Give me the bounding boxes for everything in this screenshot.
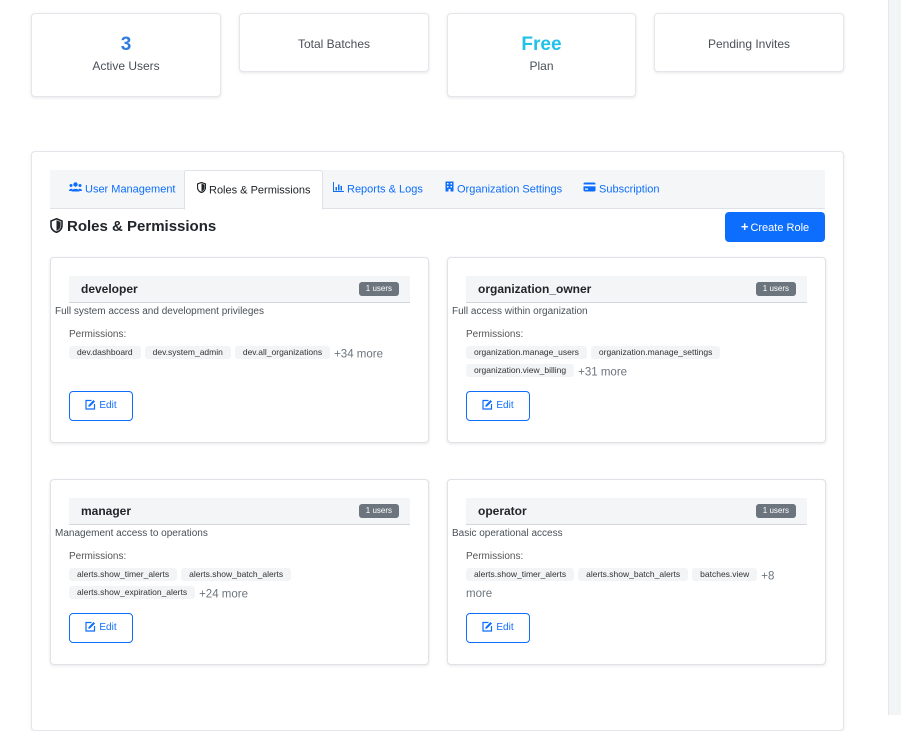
stat-card-plan: Free Plan <box>447 13 636 97</box>
stat-label: Total Batches <box>297 37 371 51</box>
role-card-organization-owner: organization_owner 1 users Full access w… <box>447 257 826 443</box>
role-name: developer <box>81 282 138 296</box>
tab-label: Subscription <box>599 183 660 196</box>
permissions-list: alerts.show_timer_alerts alerts.show_batc… <box>69 568 387 603</box>
shield-icon <box>50 217 63 234</box>
role-card-developer: developer 1 users Full system access and… <box>50 257 429 443</box>
permissions-label: Permissions: <box>466 329 524 340</box>
edit-icon <box>85 621 96 632</box>
permission-tag: batches.view <box>692 568 758 581</box>
edit-icon <box>482 399 493 410</box>
tab-label: Reports & Logs <box>347 183 423 196</box>
permissions-list: dev.dashboard dev.system_admin dev.all_org… <box>69 346 387 364</box>
stat-label: Active Users <box>92 59 160 73</box>
tab-subscription[interactable]: Subscription <box>583 170 660 209</box>
permission-tag: organization.manage_settings <box>590 346 721 359</box>
credit-card-icon <box>583 170 596 209</box>
permission-tag: dev.all_organizations <box>234 346 331 359</box>
role-description: Basic operational access <box>452 528 563 539</box>
permissions-list: organization.manage_users organization.ma… <box>466 346 784 381</box>
permissions-list: alerts.show_timer_alerts alerts.show_batc… <box>466 568 784 603</box>
role-name: operator <box>478 504 527 518</box>
edit-role-button[interactable]: Edit <box>69 613 133 643</box>
users-icon <box>69 170 82 209</box>
tab-reports-logs[interactable]: Reports & Logs <box>333 170 423 209</box>
edit-role-button[interactable]: Edit <box>466 613 530 643</box>
tab-roles-permissions[interactable]: Roles & Permissions <box>184 170 324 210</box>
edit-label: Edit <box>496 622 514 633</box>
role-name: organization_owner <box>478 282 592 296</box>
permission-tag: organization.view_billing <box>466 363 575 377</box>
right-scroll-rail <box>888 0 901 715</box>
tab-bar: User Management Roles & Permissions Repo… <box>50 170 825 210</box>
tab-organization-settings[interactable]: Organization Settings <box>445 170 562 209</box>
more-permissions: +31 more <box>578 366 628 379</box>
role-description: Full access within organization <box>452 306 588 317</box>
stat-label: Plan <box>529 59 554 73</box>
permission-tag: alerts.show_timer_alerts <box>466 568 575 581</box>
permission-tag: alerts.show_batch_alerts <box>181 568 292 581</box>
edit-role-button[interactable]: Edit <box>466 391 530 421</box>
tab-label: Roles & Permissions <box>209 184 311 197</box>
tab-label: Organization Settings <box>457 183 563 196</box>
more-permissions: +34 more <box>334 348 383 361</box>
permission-tag: alerts.show_timer_alerts <box>69 568 178 581</box>
role-header: developer 1 users <box>69 276 410 303</box>
more-permissions: +24 more <box>199 588 248 601</box>
role-header: manager 1 users <box>69 498 410 525</box>
building-icon <box>445 170 454 209</box>
stat-value: Free <box>521 34 562 55</box>
edit-label: Edit <box>496 400 514 411</box>
section-title: Roles & Permissions <box>67 218 217 235</box>
edit-role-button[interactable]: Edit <box>69 391 133 421</box>
permission-tag: dev.system_admin <box>144 346 231 359</box>
role-description: Full system access and development privi… <box>55 306 264 317</box>
permissions-label: Permissions: <box>69 329 127 340</box>
permissions-label: Permissions: <box>69 551 127 562</box>
create-role-label: Create Role <box>750 222 810 234</box>
edit-label: Edit <box>99 400 117 411</box>
plus-icon: + <box>740 219 749 234</box>
permission-tag: organization.manage_users <box>466 346 587 359</box>
stat-card-pending-invites: Pending Invites <box>654 13 844 72</box>
permissions-label: Permissions: <box>466 551 524 562</box>
users-badge: 1 users <box>358 282 399 296</box>
permission-tag: alerts.show_expiration_alerts <box>69 585 196 599</box>
stat-card-total-batches: Total Batches <box>239 13 429 72</box>
stat-card-active-users: 3 Active Users <box>31 13 221 97</box>
role-header: operator 1 users <box>466 498 807 525</box>
role-card-manager: manager 1 users Management access to ope… <box>50 479 429 665</box>
chart-bar-icon <box>333 170 344 209</box>
role-name: manager <box>81 504 132 518</box>
role-header: organization_owner 1 users <box>466 276 807 303</box>
users-badge: 1 users <box>358 504 399 518</box>
users-badge: 1 users <box>755 282 796 296</box>
section-heading: Roles & Permissions <box>50 217 217 236</box>
tab-user-management[interactable]: User Management <box>69 170 176 209</box>
users-badge: 1 users <box>755 504 796 518</box>
permission-tag: dev.dashboard <box>69 346 141 359</box>
stat-label: Pending Invites <box>707 37 791 51</box>
role-description: Management access to operations <box>55 528 208 539</box>
create-role-button[interactable]: + Create Role <box>725 212 825 242</box>
permission-tag: alerts.show_batch_alerts <box>578 568 689 581</box>
role-card-operator: operator 1 users Basic operational acces… <box>447 479 826 665</box>
stat-value: 3 <box>120 34 132 55</box>
edit-icon <box>482 621 493 632</box>
tab-label: User Management <box>85 183 176 196</box>
edit-icon <box>85 399 96 410</box>
shield-icon <box>196 171 207 210</box>
edit-label: Edit <box>99 622 117 633</box>
